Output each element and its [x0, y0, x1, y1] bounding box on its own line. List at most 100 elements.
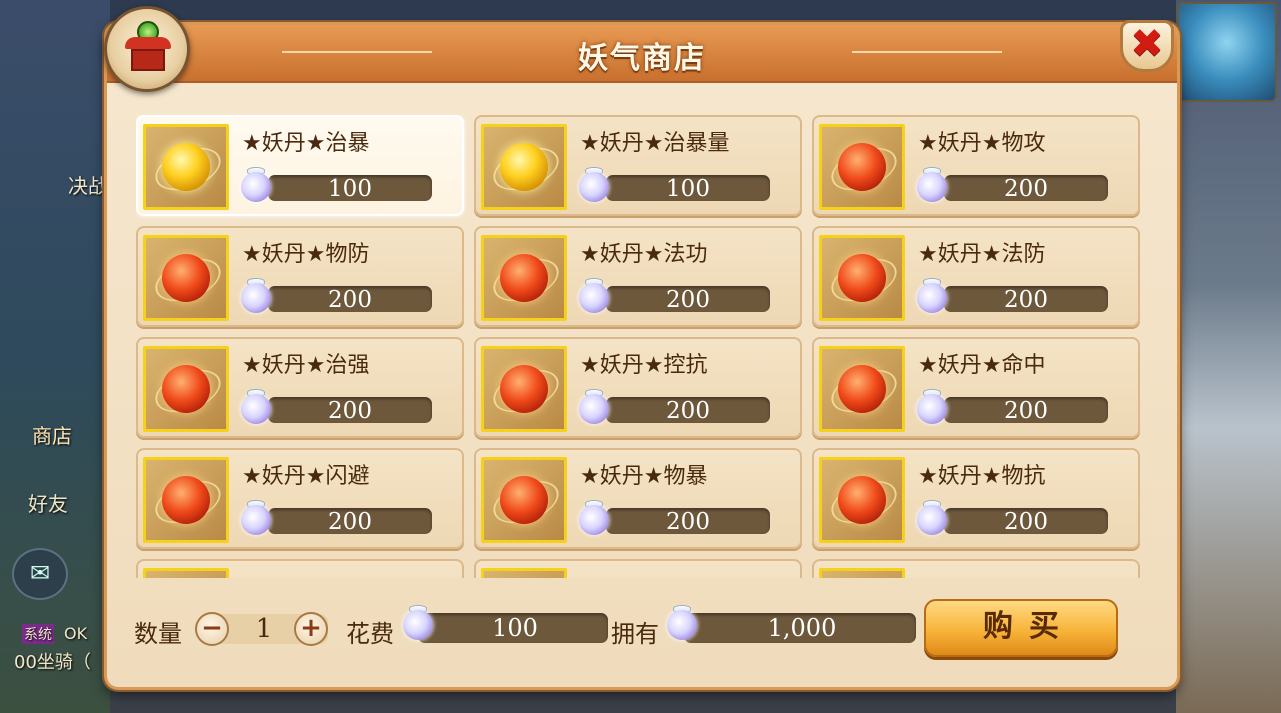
red-demon-pill-icon: [500, 365, 548, 413]
item-name: ★妖丹★命中: [918, 353, 1046, 378]
buy-button[interactable]: 购买: [924, 599, 1118, 657]
item-icon-frame: [481, 235, 567, 321]
item-icon-frame: [143, 568, 229, 578]
bg-label-friends[interactable]: 好友: [28, 488, 68, 517]
item-price-bar: 200: [268, 286, 432, 313]
red-demon-pill-icon: [162, 476, 210, 524]
item-icon-frame: [143, 457, 229, 543]
currency-icon: [238, 278, 274, 314]
decrease-quantity-button[interactable]: −: [195, 612, 229, 646]
item-icon-frame: [481, 457, 567, 543]
shop-item-card[interactable]: ★妖丹★物抗 200: [812, 448, 1140, 549]
shop-item-card[interactable]: ★妖丹★治暴量 100: [474, 115, 802, 216]
shop-item-card[interactable]: ★妖丹★物防 200: [136, 226, 464, 327]
currency-icon: [576, 167, 612, 203]
red-demon-pill-icon: [500, 476, 548, 524]
item-icon-frame: [143, 235, 229, 321]
item-name: ★妖丹★治暴: [242, 131, 370, 156]
shop-item-card[interactable]: [136, 559, 464, 578]
gold-demon-pill-icon: [162, 143, 210, 191]
item-name: ★妖丹★闪避: [242, 464, 370, 489]
bg-label-ok: OK: [64, 624, 88, 643]
item-price-bar: 200: [606, 286, 770, 313]
item-icon-frame: [481, 568, 567, 578]
item-name: ★妖丹★治暴量: [580, 131, 730, 156]
currency-icon: [576, 278, 612, 314]
item-price: 100: [666, 176, 710, 202]
stall-roof: [125, 37, 171, 49]
item-name: ★妖丹★物抗: [918, 464, 1046, 489]
red-demon-pill-icon: [838, 365, 886, 413]
gold-demon-pill-icon: [500, 143, 548, 191]
bg-label-shop[interactable]: 商店: [32, 420, 72, 449]
item-price-bar: 200: [944, 286, 1108, 313]
item-price-bar: 200: [944, 397, 1108, 424]
item-name: ★妖丹★法功: [580, 242, 708, 267]
item-icon-frame: [819, 124, 905, 210]
item-price-bar: 200: [268, 508, 432, 535]
item-price: 200: [666, 398, 710, 424]
stall-body: [131, 49, 165, 71]
shop-title: 妖气商店: [578, 41, 706, 76]
quantity-value[interactable]: 1: [228, 614, 300, 644]
item-name: ★妖丹★物暴: [580, 464, 708, 489]
item-price: 200: [666, 287, 710, 313]
item-icon-frame: [481, 124, 567, 210]
title-bar: 妖气商店: [107, 25, 1177, 83]
item-icon-frame: [481, 346, 567, 432]
bg-label-mount: 00坐骑（: [14, 652, 91, 673]
currency-icon: [914, 389, 950, 425]
currency-icon: [576, 500, 612, 536]
item-grid[interactable]: ★妖丹★治暴 100 ★妖丹★治暴量 100 ★妖丹★物攻 200 ★妖丹★物防 200 ★妖丹…: [136, 115, 1144, 578]
shop-item-card[interactable]: ★妖丹★物暴 200: [474, 448, 802, 549]
shop-item-card[interactable]: ★妖丹★治暴 100: [136, 115, 464, 216]
item-icon-frame: [143, 124, 229, 210]
currency-icon: [914, 167, 950, 203]
item-icon-frame: [819, 457, 905, 543]
item-price: 200: [1004, 509, 1048, 535]
item-price: 200: [1004, 398, 1048, 424]
shop-item-card[interactable]: ★妖丹★法防 200: [812, 226, 1140, 327]
item-name: ★妖丹★治强: [242, 353, 370, 378]
owned-label: 拥有: [611, 620, 659, 648]
shop-item-card[interactable]: ★妖丹★治强 200: [136, 337, 464, 438]
increase-quantity-button[interactable]: +: [294, 612, 328, 646]
red-demon-pill-icon: [838, 476, 886, 524]
background-left: [0, 0, 110, 713]
player-portrait[interactable]: [1177, 2, 1277, 102]
currency-icon: [238, 167, 274, 203]
item-name: ★妖丹★物攻: [918, 131, 1046, 156]
bg-label-battle: 决战: [68, 174, 108, 198]
shop-item-card[interactable]: ★妖丹★命中 200: [812, 337, 1140, 438]
shop-item-card[interactable]: ★妖丹★物攻 200: [812, 115, 1140, 216]
close-button[interactable]: ✖: [1120, 20, 1174, 72]
currency-icon: [914, 278, 950, 314]
item-icon-frame: [143, 346, 229, 432]
shop-item-card[interactable]: ★妖丹★闪避 200: [136, 448, 464, 549]
item-price: 200: [328, 398, 372, 424]
item-name: ★妖丹★法防: [918, 242, 1046, 267]
chat-icon[interactable]: ✉: [12, 548, 68, 600]
currency-icon: [664, 605, 700, 641]
shop-item-card[interactable]: ★妖丹★控抗 200: [474, 337, 802, 438]
red-demon-pill-icon: [838, 254, 886, 302]
item-icon-frame: [819, 346, 905, 432]
item-price-bar: 200: [268, 397, 432, 424]
item-price-bar: 200: [606, 508, 770, 535]
bg-label-system: 系统: [22, 624, 54, 644]
red-demon-pill-icon: [162, 365, 210, 413]
currency-icon: [914, 500, 950, 536]
item-name: ★妖丹★控抗: [580, 353, 708, 378]
item-price: 200: [328, 509, 372, 535]
cost-label: 花费: [346, 620, 394, 648]
shop-item-card[interactable]: [474, 559, 802, 578]
owned-value: 1,000: [767, 614, 837, 642]
shop-item-card[interactable]: [812, 559, 1140, 578]
shop-item-card[interactable]: ★妖丹★法功 200: [474, 226, 802, 327]
item-price: 200: [1004, 176, 1048, 202]
red-demon-pill-icon: [500, 254, 548, 302]
item-price: 200: [328, 287, 372, 313]
red-demon-pill-icon: [838, 143, 886, 191]
item-price: 200: [666, 509, 710, 535]
currency-icon: [238, 389, 274, 425]
